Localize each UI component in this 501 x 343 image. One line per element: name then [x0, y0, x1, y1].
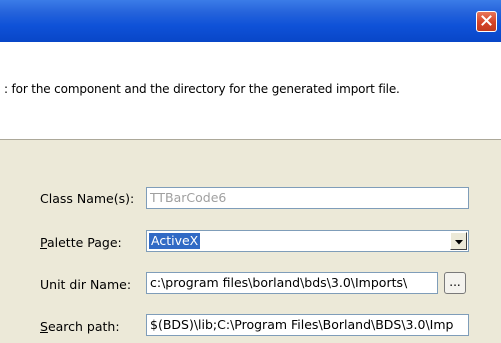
palette-page-select[interactable]: ActiveX	[146, 230, 469, 252]
search-path-label-text: earch path:	[47, 319, 120, 334]
header-description: : for the component and the directory fo…	[4, 82, 400, 96]
close-icon	[481, 14, 492, 29]
browse-button[interactable]: ...	[444, 272, 466, 294]
unit-dir-field[interactable]: c:\program files\borland\bds\3.0\Imports…	[146, 272, 438, 294]
palette-page-value: ActiveX	[149, 233, 201, 249]
close-button[interactable]	[476, 11, 497, 32]
class-name-label: Class Name(s):	[40, 191, 135, 206]
palette-page-label: Palette Page:	[40, 235, 122, 250]
unit-dir-label: Unit dir Name:	[40, 277, 132, 292]
palette-page-accel: P	[40, 235, 47, 250]
search-path-field[interactable]: $(BDS)\lib;C:\Program Files\Borland\BDS\…	[146, 314, 469, 336]
chevron-down-icon	[454, 234, 463, 248]
palette-page-label-text: alette Page:	[46, 235, 122, 250]
header-panel: : for the component and the directory fo…	[0, 42, 501, 140]
title-bar[interactable]	[0, 0, 501, 42]
search-path-accel: S	[40, 319, 48, 334]
search-path-label: Search path:	[40, 319, 120, 334]
class-name-field[interactable]: TTBarCode6	[146, 187, 469, 209]
dropdown-arrow-button[interactable]	[450, 232, 467, 250]
